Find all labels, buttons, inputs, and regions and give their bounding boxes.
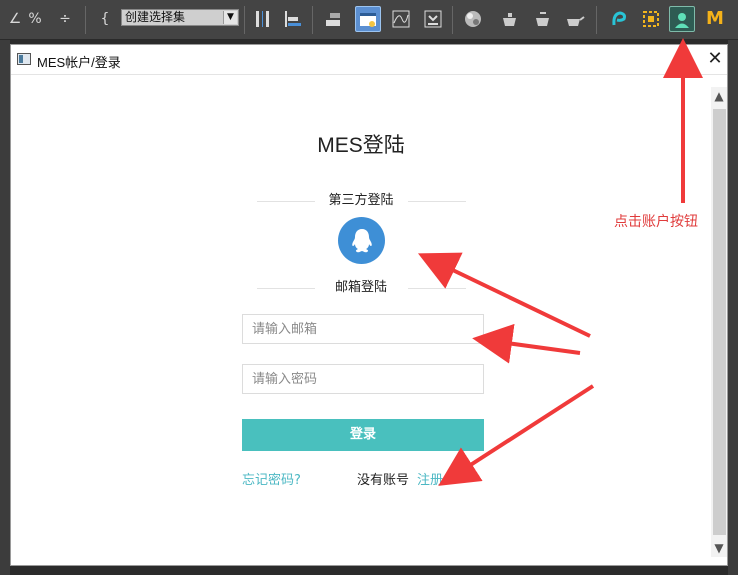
page-title: MES登陆 [317,134,405,157]
dialog-titlebar[interactable]: MES帐户/登录 ✕ [11,45,727,75]
material-editor-icon[interactable] [460,6,486,32]
close-icon[interactable]: ✕ [705,49,725,69]
toolbar-separator [85,6,86,34]
dialog-title: MES帐户/登录 [37,55,121,70]
account-icon[interactable] [669,6,695,32]
toolbar-separator [452,6,453,34]
dope-sheet-icon[interactable] [420,6,446,32]
spinner-snap-icon[interactable]: ÷ [52,6,78,32]
scroll-up-icon[interactable]: ▲ [711,87,727,105]
divider [408,288,466,289]
login-button[interactable]: 登录 [242,419,484,451]
forgot-password-link[interactable]: 忘记密码? [242,469,301,488]
render-icon[interactable] [562,6,588,32]
percent-snap-icon[interactable]: % [22,6,48,32]
render-setup-icon[interactable] [497,6,523,32]
viewport-strip-right [728,40,738,575]
qq-penguin-icon [352,229,372,253]
scene-explorer-icon[interactable] [355,6,381,32]
scroll-thumb[interactable] [713,109,726,535]
register-link[interactable]: 注册 [417,469,443,488]
edit-named-sets-icon[interactable]: { [92,6,118,32]
selection-set-dropdown[interactable]: 创建选择集 ▼ [121,9,239,26]
window-icon [17,53,31,65]
main-toolbar: ∠ % ÷ { 创建选择集 ▼ M [0,0,738,40]
selection-set-value: 创建选择集 [125,10,186,24]
toolbar-separator [244,6,245,34]
no-account-label: 没有账号 [357,473,410,488]
email-login-title: 邮箱登陆 [334,280,387,295]
curve-editor-icon[interactable] [388,6,414,32]
align-icon[interactable] [280,6,306,32]
email-input[interactable] [242,314,484,344]
plugin-a-icon[interactable] [606,6,632,32]
toolbar-separator [312,6,313,34]
mirror-icon[interactable] [250,6,276,32]
plugin-m-icon[interactable]: M [702,6,728,32]
chevron-down-icon[interactable]: ▼ [223,11,237,24]
plugin-b-icon[interactable] [638,6,664,32]
scroll-down-icon[interactable]: ▼ [711,539,727,557]
vertical-scrollbar[interactable]: ▲ ▼ [711,87,727,557]
layer-explorer-icon[interactable] [320,6,346,32]
annotation-text: 点击账户按钮 [614,214,698,230]
divider [408,201,466,202]
qq-login-button[interactable] [338,217,385,264]
password-input[interactable] [242,364,484,394]
rendered-frame-icon[interactable] [530,6,556,32]
viewport-strip-left [0,40,10,575]
toolbar-separator [596,6,597,34]
third-party-login-title: 第三方登陆 [328,193,394,208]
mes-login-dialog: MES帐户/登录 ✕ ▲ ▼ MES登陆 第三方登陆 邮箱登陆 登录 忘记密码?… [10,44,728,566]
